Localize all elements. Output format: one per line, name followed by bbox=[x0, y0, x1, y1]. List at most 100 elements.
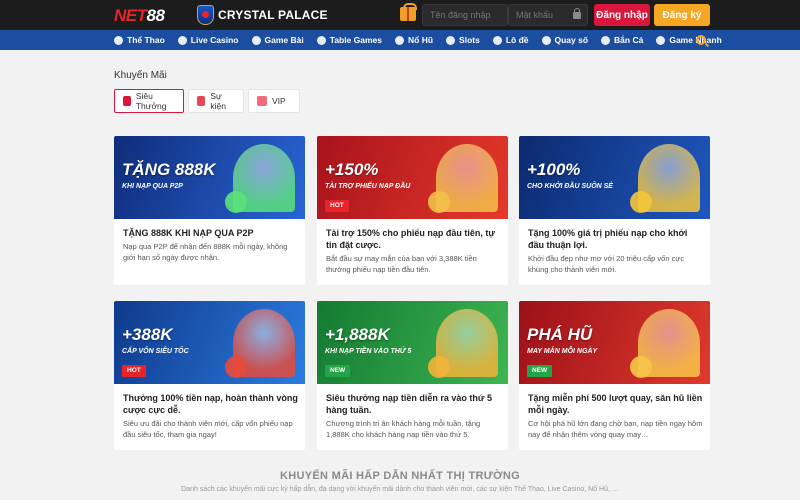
table-icon bbox=[316, 35, 326, 45]
gift-icon[interactable] bbox=[400, 3, 417, 21]
banner-headline: +150% bbox=[325, 160, 379, 179]
promo-title[interactable]: Siêu thưởng nạp tiền diễn ra vào thứ 5 h… bbox=[326, 392, 501, 416]
nav-item-label: Game Bài bbox=[264, 35, 304, 45]
nav-item-label: Bắn Cá bbox=[614, 35, 644, 45]
nav-item[interactable]: Game Bài bbox=[251, 35, 304, 45]
nav-item-label: Lô đề bbox=[505, 35, 529, 45]
banner-headline: +100% bbox=[527, 160, 581, 179]
status-badge: HOT bbox=[325, 200, 349, 212]
status-badge: HOT bbox=[122, 365, 146, 377]
fish-icon bbox=[601, 35, 611, 45]
nav-item[interactable]: Live Casino bbox=[177, 35, 239, 45]
promo-card[interactable]: TẶNG 888K KHI NẠP QUA P2P TẶNG 888K KHI NẠ… bbox=[114, 136, 305, 285]
net88-logo[interactable]: NET88 bbox=[114, 6, 165, 26]
logo-text-red: NET bbox=[114, 6, 147, 25]
nav-item[interactable]: Lô đề bbox=[492, 35, 529, 45]
promo-card[interactable]: +388K CẤP VỐN SIÊU TỐC HOT Thưởng 100% tiền… bbox=[114, 301, 305, 450]
status-badge: NEW bbox=[325, 365, 351, 377]
banner-subline: TÀI TRỢ PHIẾU NẠP ĐẦU bbox=[325, 183, 411, 190]
login-button[interactable]: Đăng nhập bbox=[594, 4, 650, 26]
banner-subline: MAY MẮN MỖI NGÀY bbox=[527, 348, 598, 355]
filter-sieu-thuong[interactable]: Siêu Thưởng bbox=[114, 89, 184, 113]
nav-item-label: Table Games bbox=[329, 35, 383, 45]
nav-item[interactable]: Slots bbox=[446, 35, 480, 45]
gift-icon bbox=[197, 96, 206, 106]
promo-banner[interactable]: +388K CẤP VỐN SIÊU TỐC HOT bbox=[114, 301, 305, 384]
filter-vip[interactable]: VIP bbox=[248, 89, 300, 113]
banner-headline: +388K bbox=[122, 325, 173, 344]
nav-item-label: Thể Thao bbox=[127, 35, 165, 45]
promo-banner[interactable]: TẶNG 888K KHI NẠP QUA P2P bbox=[114, 136, 305, 219]
promo-description: Nạp qua P2P để nhận đến 888K mỗi ngày, k… bbox=[123, 242, 288, 262]
promo-card[interactable]: +150% TÀI TRỢ PHIẾU NẠP ĐẦU HOT Tài trợ 150… bbox=[317, 136, 508, 285]
user-icon bbox=[123, 96, 131, 106]
banner-headline: TẶNG 888K bbox=[122, 160, 216, 179]
promo-banner[interactable]: +150% TÀI TRỢ PHIẾU NẠP ĐẦU HOT bbox=[317, 136, 508, 219]
promo-banner[interactable]: +1,888K KHI NẠP TIỀN VÀO THỨ 5 NEW bbox=[317, 301, 508, 384]
promo-banner[interactable]: +100% CHO KHỞI ĐẦU SUÔN SẺ bbox=[519, 136, 710, 219]
nav-item[interactable]: Bắn Cá bbox=[601, 35, 643, 45]
crystal-palace-crest-icon bbox=[197, 5, 214, 25]
banner-decoration bbox=[428, 356, 450, 378]
nav-item[interactable]: Thể Thao bbox=[114, 35, 165, 45]
lock-icon bbox=[573, 8, 581, 19]
nav-item[interactable]: Table Games bbox=[316, 35, 383, 45]
nav-item[interactable]: Nổ Hũ bbox=[395, 35, 433, 45]
promo-title[interactable]: Tặng miễn phí 500 lượt quay, săn hũ liền… bbox=[528, 392, 703, 416]
banner-decoration bbox=[630, 356, 652, 378]
banner-decoration bbox=[428, 191, 450, 213]
promo-description: Siêu ưu đãi cho thành viên mới, cấp vốn … bbox=[123, 419, 293, 439]
slot-icon bbox=[395, 35, 405, 45]
nav-item[interactable]: Game Nhanh bbox=[656, 35, 722, 45]
lottery-icon bbox=[492, 35, 502, 45]
footer-desc: Danh sách các khuyến mãi cực kỳ hấp dẫn,… bbox=[181, 486, 619, 493]
ball-icon bbox=[114, 35, 123, 45]
banner-headline: +1,888K bbox=[325, 325, 390, 344]
promo-title[interactable]: Tài trợ 150% cho phiếu nạp đầu tiên, tự … bbox=[326, 227, 501, 251]
nav-items: Thể Thao Live Casino Game Bài Table Games Nổ… bbox=[114, 30, 735, 50]
promo-card[interactable]: +100% CHO KHỞI ĐẦU SUÔN SẺ Tặng 100% giá t… bbox=[519, 136, 710, 285]
promo-description: Khởi đầu đẹp như mơ với 20 triệu cấp vốn… bbox=[528, 254, 685, 274]
filter-label: VIP bbox=[272, 96, 286, 106]
promo-description: Bắt đầu sự may mắn của bạn với 3,388K ti… bbox=[326, 254, 477, 274]
spin-icon bbox=[541, 35, 551, 45]
logo-text-white: 88 bbox=[146, 6, 165, 25]
promo-description: Chương trình tri ân khách hàng mỗi tuần,… bbox=[326, 419, 481, 439]
status-badge: NEW bbox=[527, 365, 553, 377]
promo-title[interactable]: Thưởng 100% tiền nạp, hoàn thành vòng cư… bbox=[123, 392, 298, 416]
username-field[interactable] bbox=[422, 4, 508, 26]
footer-title: KHUYẾN MÃI HẤP DẪN NHẤT THỊ TRƯỜNG bbox=[280, 470, 520, 482]
nav-item-label: Quay số bbox=[554, 35, 589, 45]
banner-subline: KHI NẠP QUA P2P bbox=[122, 183, 183, 190]
nav-item-label: Live Casino bbox=[190, 35, 239, 45]
nav-item-label: Slots bbox=[459, 35, 480, 45]
banner-subline: CHO KHỞI ĐẦU SUÔN SẺ bbox=[527, 183, 613, 190]
casino-icon bbox=[177, 35, 187, 45]
slots-icon bbox=[446, 35, 456, 45]
promo-banner[interactable]: PHÁ HŨ MAY MẮN MỖI NGÀY NEW bbox=[519, 301, 710, 384]
search-icon[interactable] bbox=[696, 35, 706, 45]
banner-subline: CẤP VỐN SIÊU TỐC bbox=[122, 348, 189, 355]
nav-item-label: Nổ Hũ bbox=[408, 35, 434, 45]
banner-subline: KHI NẠP TIỀN VÀO THỨ 5 bbox=[325, 348, 412, 355]
banner-headline: PHÁ HŨ bbox=[527, 325, 593, 344]
banner-decoration bbox=[225, 356, 247, 378]
fast-game-icon bbox=[656, 35, 666, 45]
filter-label: Sự kiện bbox=[210, 91, 226, 111]
filter-label: Siêu Thưởng bbox=[135, 91, 167, 111]
filter-su-kien[interactable]: Sự kiện bbox=[188, 89, 244, 113]
promo-title[interactable]: TẶNG 888K KHI NẠP QUA P2P bbox=[123, 227, 298, 239]
promo-card[interactable]: PHÁ HŨ MAY MẮN MỖI NGÀY NEW Tặng miễn phí 5… bbox=[519, 301, 710, 450]
promo-description: Cơ hội phá hũ lớn đang chờ bạn, nạp tiền… bbox=[528, 419, 703, 439]
banner-decoration bbox=[630, 191, 652, 213]
promo-card[interactable]: +1,888K KHI NẠP TIỀN VÀO THỨ 5 NEW Siêu thư… bbox=[317, 301, 508, 450]
promo-title[interactable]: Tặng 100% giá trị phiếu nạp cho khởi đầu… bbox=[528, 227, 703, 251]
partner-name: CRYSTAL PALACE bbox=[218, 8, 328, 22]
page-title: Khuyến Mãi bbox=[114, 70, 167, 81]
register-button[interactable]: Đăng ký bbox=[654, 4, 710, 26]
banner-decoration bbox=[225, 191, 247, 213]
nav-item[interactable]: Quay số bbox=[541, 35, 589, 45]
main-nav: Thể Thao Live Casino Game Bài Table Games Nổ… bbox=[0, 30, 800, 50]
cards-icon bbox=[251, 35, 261, 45]
top-bar: NET88 CRYSTAL PALACE Đăng nhập Đăng ký bbox=[0, 0, 800, 30]
